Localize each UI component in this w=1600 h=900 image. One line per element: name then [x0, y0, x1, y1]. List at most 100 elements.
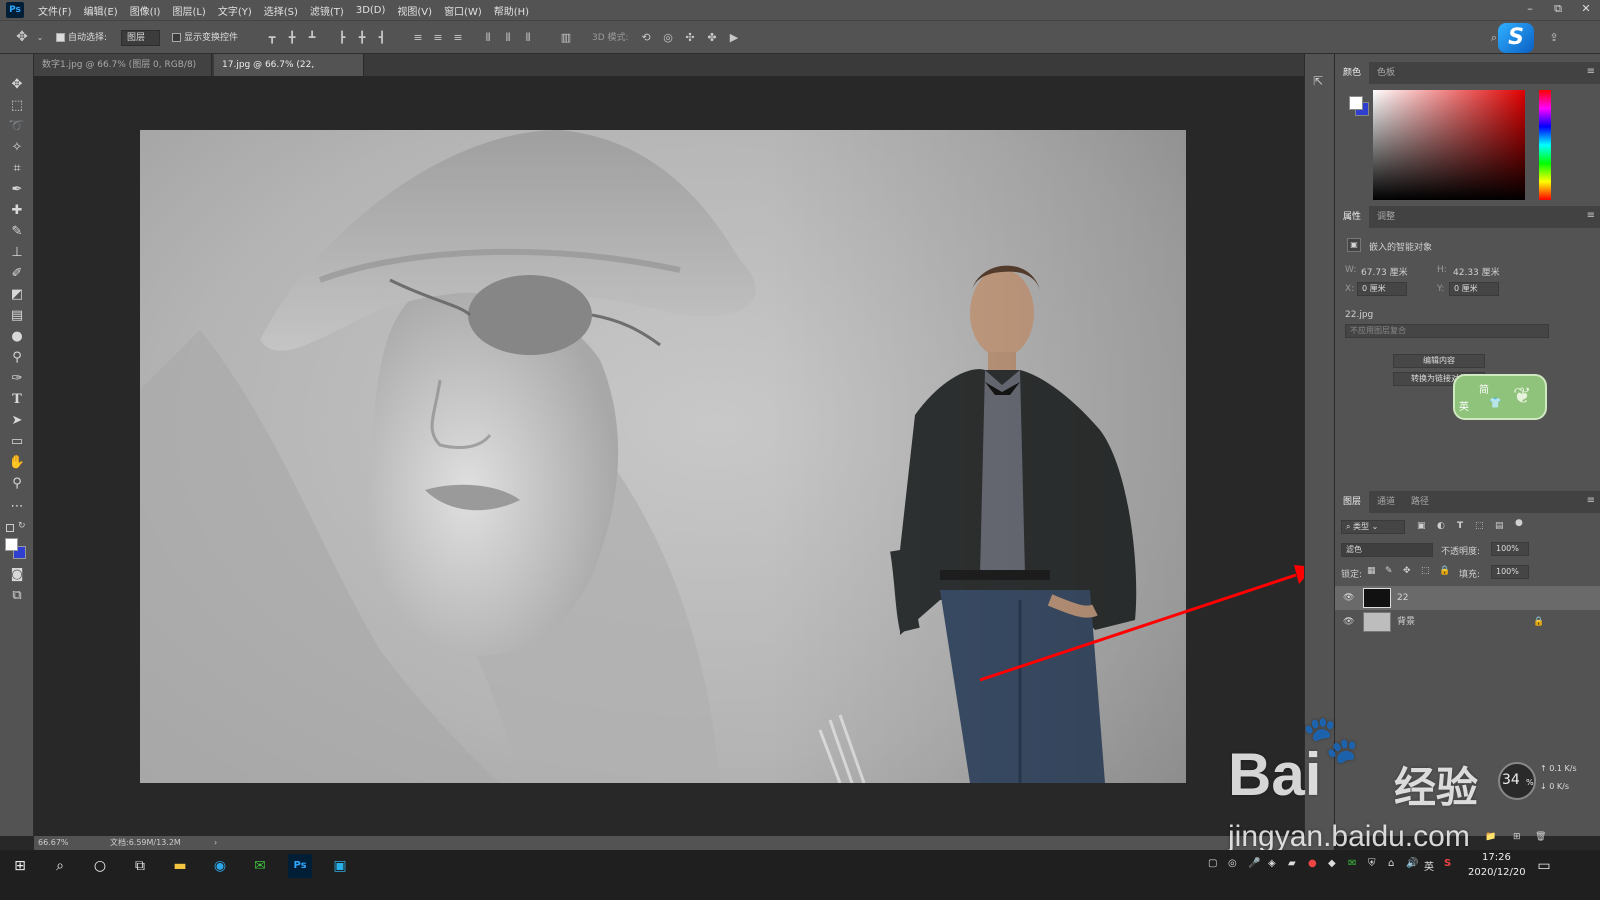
menu-3d[interactable]: 3D(D): [350, 5, 392, 16]
edit-contents-button[interactable]: 编辑内容: [1393, 354, 1485, 368]
3d-pan-icon[interactable]: ✣: [684, 31, 696, 44]
zoom-level[interactable]: 66.67%: [38, 836, 69, 850]
minimize-button[interactable]: –: [1516, 0, 1544, 20]
align-top-icon[interactable]: ┳: [266, 31, 278, 44]
cortana-icon[interactable]: ○: [88, 854, 112, 878]
tray-icon-1[interactable]: ▢: [1208, 858, 1217, 869]
layer-name[interactable]: 背景: [1397, 610, 1415, 634]
filter-shape-icon[interactable]: ⬚: [1475, 521, 1484, 531]
layer-filter-select[interactable]: ⌕ 类型 ⌄: [1341, 520, 1405, 534]
task-view-icon[interactable]: ⧉: [128, 854, 152, 878]
auto-select-dropdown[interactable]: 图层: [121, 30, 161, 46]
restore-button[interactable]: ⧉: [1544, 0, 1572, 20]
menu-window[interactable]: 窗口(W): [438, 3, 488, 18]
clock-time[interactable]: 17:26: [1482, 852, 1511, 863]
menu-edit[interactable]: 编辑(E): [78, 3, 124, 18]
pen-tool-icon[interactable]: ✑: [7, 370, 27, 388]
sogou-tray-icon[interactable]: S: [1444, 858, 1451, 869]
zoom-tool-icon[interactable]: ⚲: [7, 475, 27, 493]
move-tool-icon[interactable]: ✥: [7, 76, 27, 94]
tab-paths[interactable]: 路径: [1403, 491, 1437, 513]
photoshop-taskbar-icon[interactable]: Ps: [288, 854, 312, 878]
type-tool-icon[interactable]: T: [7, 391, 27, 409]
hand-tool-icon[interactable]: ✋: [7, 454, 27, 472]
height-value[interactable]: 42.33 厘米: [1453, 265, 1500, 278]
healing-brush-tool-icon[interactable]: ✚: [7, 202, 27, 220]
tray-icon-3[interactable]: ◈: [1268, 858, 1276, 869]
distribute-hcenter-icon[interactable]: ⫴: [502, 31, 514, 44]
new-layer-icon[interactable]: ⊞: [1513, 832, 1521, 842]
ime-shirt-icon[interactable]: 👕: [1489, 398, 1501, 409]
magic-wand-tool-icon[interactable]: ✧: [7, 139, 27, 157]
3d-slide-icon[interactable]: ✤: [706, 31, 718, 44]
tab-adjustments[interactable]: 调整: [1369, 206, 1403, 228]
menu-select[interactable]: 选择(S): [258, 3, 304, 18]
panel-menu-icon[interactable]: ≡: [1587, 66, 1595, 77]
volume-icon[interactable]: 🔊: [1406, 858, 1418, 869]
tab-swatches[interactable]: 色板: [1369, 62, 1403, 84]
y-position-field[interactable]: 0 厘米: [1449, 282, 1499, 296]
ime-indicator[interactable]: 英: [1424, 858, 1434, 873]
crop-tool-icon[interactable]: ⌗: [7, 160, 27, 178]
panel-menu-icon[interactable]: ≡: [1587, 495, 1595, 506]
menu-help[interactable]: 帮助(H): [488, 3, 535, 18]
microphone-icon[interactable]: 🎤: [1248, 858, 1260, 869]
blend-mode-select[interactable]: 滤色: [1341, 543, 1433, 557]
align-vcenter-icon[interactable]: ╋: [286, 31, 298, 44]
tray-icon-5[interactable]: ◆: [1328, 858, 1336, 869]
shield-icon[interactable]: ⛨: [1368, 858, 1376, 869]
menu-type[interactable]: 文字(Y): [212, 3, 258, 18]
menu-view[interactable]: 视图(V): [391, 3, 438, 18]
close-window-button[interactable]: ✕: [1572, 0, 1600, 20]
network-icon[interactable]: ⌂: [1388, 858, 1394, 869]
auto-select-checkbox[interactable]: [56, 33, 65, 42]
lock-all-icon[interactable]: 🔒: [1439, 566, 1450, 576]
status-arrow-icon[interactable]: ›: [214, 836, 217, 850]
align-hcenter-icon[interactable]: ╋: [356, 31, 368, 44]
chevron-down-icon[interactable]: ⌄: [34, 31, 46, 44]
eyedropper-tool-icon[interactable]: ✒: [7, 181, 27, 199]
gradient-tool-icon[interactable]: ▤: [7, 307, 27, 325]
filter-toggle-icon[interactable]: ●: [1515, 518, 1523, 528]
color-fg-swatch[interactable]: [1349, 96, 1363, 110]
align-left-icon[interactable]: ┣: [336, 31, 348, 44]
new-group-icon[interactable]: 📁: [1485, 832, 1496, 842]
tray-icon-2[interactable]: ◎: [1228, 858, 1237, 869]
menu-filter[interactable]: 滤镜(T): [304, 3, 350, 18]
nvidia-icon[interactable]: ▰: [1288, 858, 1296, 869]
opacity-field[interactable]: 100%: [1491, 542, 1529, 556]
lock-pixels-icon[interactable]: ✎: [1385, 566, 1393, 576]
tab-properties[interactable]: 属性: [1335, 206, 1370, 228]
dodge-tool-icon[interactable]: ⚲: [7, 349, 27, 367]
browser-icon[interactable]: ◉: [208, 854, 232, 878]
3d-orbit-icon[interactable]: ⟲: [640, 31, 652, 44]
layer-row-background[interactable]: 👁 背景 🔒: [1335, 610, 1600, 634]
tab-channels[interactable]: 通道: [1369, 491, 1403, 513]
menu-image[interactable]: 图像(I): [124, 3, 167, 18]
show-transform-checkbox[interactable]: [172, 33, 181, 42]
ime-simplified-label[interactable]: 简: [1479, 381, 1489, 396]
visibility-eye-icon[interactable]: 👁: [1343, 586, 1354, 610]
search-icon[interactable]: ⌕: [48, 854, 72, 878]
move-tool-icon[interactable]: ✥: [16, 30, 28, 44]
rectangle-tool-icon[interactable]: ▭: [7, 433, 27, 451]
stamp-tool-icon[interactable]: ⊥: [7, 244, 27, 262]
color-field[interactable]: [1373, 90, 1525, 200]
tab-color[interactable]: 颜色: [1335, 62, 1370, 84]
sogou-float-icon[interactable]: S: [1498, 23, 1534, 53]
marquee-tool-icon[interactable]: ⬚: [7, 97, 27, 115]
menu-file[interactable]: 文件(F): [32, 3, 78, 18]
distribute-bottom-icon[interactable]: ≡: [452, 31, 464, 44]
share-icon[interactable]: ⇪: [1548, 31, 1560, 44]
document-canvas[interactable]: [140, 130, 1186, 783]
distribute-left-icon[interactable]: ⫴: [482, 31, 494, 44]
width-value[interactable]: 67.73 厘米: [1361, 265, 1408, 278]
panel-menu-icon[interactable]: ≡: [1587, 210, 1595, 221]
hue-slider[interactable]: [1539, 90, 1551, 200]
3d-scale-icon[interactable]: ▶: [728, 31, 740, 44]
layer-name[interactable]: 22: [1397, 586, 1408, 610]
default-colors-icon[interactable]: [6, 524, 14, 532]
notification-icon[interactable]: ▭: [1532, 854, 1556, 878]
visibility-eye-icon[interactable]: 👁: [1343, 610, 1354, 634]
align-bottom-icon[interactable]: ┻: [306, 31, 318, 44]
